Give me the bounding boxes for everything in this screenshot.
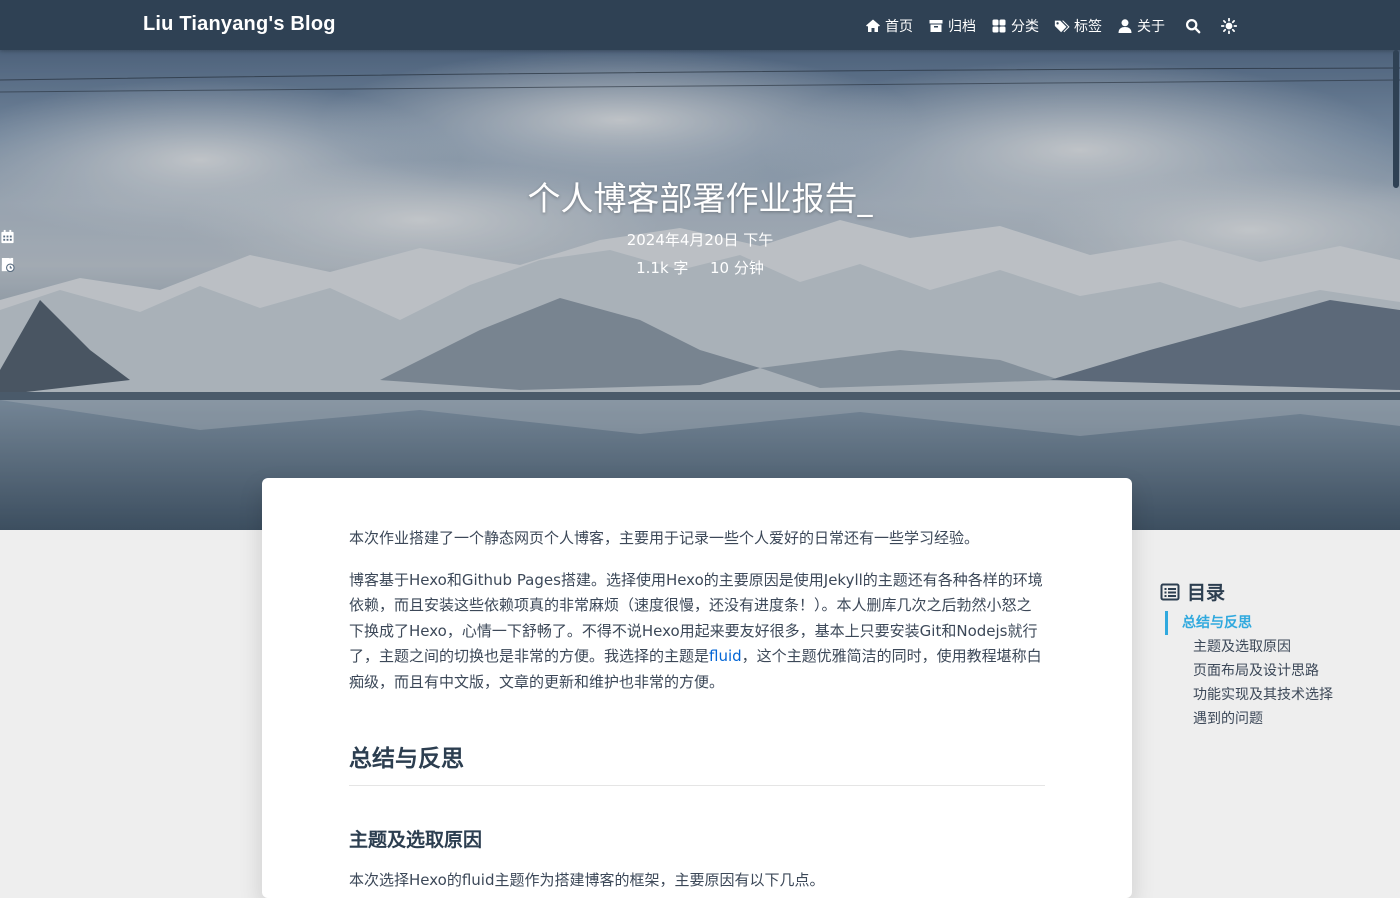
article-content: 本次作业搭建了一个静态网页个人博客，主要用于记录一些个人爱好的日常还有一些学习经… [349, 526, 1045, 894]
post-date-text: 2024年4月20日 下午 [626, 231, 774, 249]
toc-title-text: 目录 [1187, 582, 1226, 604]
list-icon [1160, 583, 1180, 600]
clock-document-icon [1, 257, 15, 272]
toc-title: 目录 [1160, 578, 1380, 605]
calendar-icon [1, 229, 14, 244]
fluid-link[interactable]: fluid [709, 647, 742, 665]
read-time: 10 分钟 [710, 259, 764, 277]
article-paragraph: 本次作业搭建了一个静态网页个人博客，主要用于记录一些个人爱好的日常还有一些学习经… [349, 529, 980, 547]
search-button[interactable] [1185, 18, 1201, 34]
typing-cursor: _ [857, 183, 873, 218]
scrollbar-thumb[interactable] [1393, 50, 1399, 188]
nav-item-label: 首页 [885, 19, 913, 35]
post-date: 2024年4月20日 下午 [0, 229, 1400, 250]
nav-item-tags[interactable]: 标签 [1054, 16, 1102, 36]
nav-item-label: 关于 [1137, 19, 1165, 35]
post-stats: 1.1k 字 10 分钟 [0, 257, 1400, 278]
user-icon [1118, 19, 1132, 33]
nav-item-category[interactable]: 分类 [991, 16, 1039, 36]
nav-menu: 首页 归档 分类 标签 关于 [865, 16, 1252, 36]
nav-item-label: 标签 [1074, 19, 1102, 35]
nav-item-about[interactable]: 关于 [1117, 16, 1165, 36]
category-icon [992, 19, 1006, 33]
subsection-heading: 主题及选取原因 [349, 829, 483, 851]
banner-image: 个人博客部署作业报告_ 2024年4月20日 下午 1.1k 字 10 分钟 [0, 50, 1400, 530]
theme-toggle-button[interactable] [1221, 18, 1237, 34]
banner-overlay [0, 50, 1400, 530]
nav-item-archive[interactable]: 归档 [928, 16, 976, 36]
home-icon [866, 19, 880, 32]
article-card: 本次作业搭建了一个静态网页个人博客，主要用于记录一些个人爱好的日常还有一些学习经… [262, 478, 1132, 898]
toc-item-features[interactable]: 功能实现及其技术选择 [1160, 683, 1380, 707]
nav-item-label: 分类 [1011, 19, 1039, 35]
post-title-text: 个人博客部署作业报告 [527, 179, 858, 218]
nav-item-label: 归档 [948, 19, 976, 35]
site-brand[interactable]: Liu Tianyang's Blog [143, 13, 336, 36]
tags-icon [1054, 20, 1070, 33]
navbar: Liu Tianyang's Blog 首页 归档 分类 标签 关于 [0, 0, 1400, 50]
article-paragraph: 博客基于Hexo和Github Pages搭建。选择使用Hexo的主要原因是使用… [349, 568, 1045, 696]
nav-item-home[interactable]: 首页 [865, 16, 913, 36]
sun-icon [1221, 18, 1237, 34]
toc-list: 总结与反思 主题及选取原因 页面布局及设计思路 功能实现及其技术选择 遇到的问题 [1160, 611, 1380, 731]
toc-item-layout[interactable]: 页面布局及设计思路 [1160, 659, 1380, 683]
word-count: 1.1k 字 [636, 259, 689, 277]
toc-item-problems[interactable]: 遇到的问题 [1160, 707, 1380, 731]
post-title: 个人博客部署作业报告_ [0, 172, 1400, 220]
page-scrollbar[interactable] [1392, 50, 1400, 872]
archive-icon [929, 20, 943, 32]
toc-item-theme[interactable]: 主题及选取原因 [1160, 635, 1380, 659]
table-of-contents: 目录 总结与反思 主题及选取原因 页面布局及设计思路 功能实现及其技术选择 遇到… [1160, 578, 1380, 731]
section-heading: 总结与反思 [349, 743, 1045, 786]
search-icon [1185, 18, 1201, 34]
toc-item-summary[interactable]: 总结与反思 [1165, 611, 1380, 635]
